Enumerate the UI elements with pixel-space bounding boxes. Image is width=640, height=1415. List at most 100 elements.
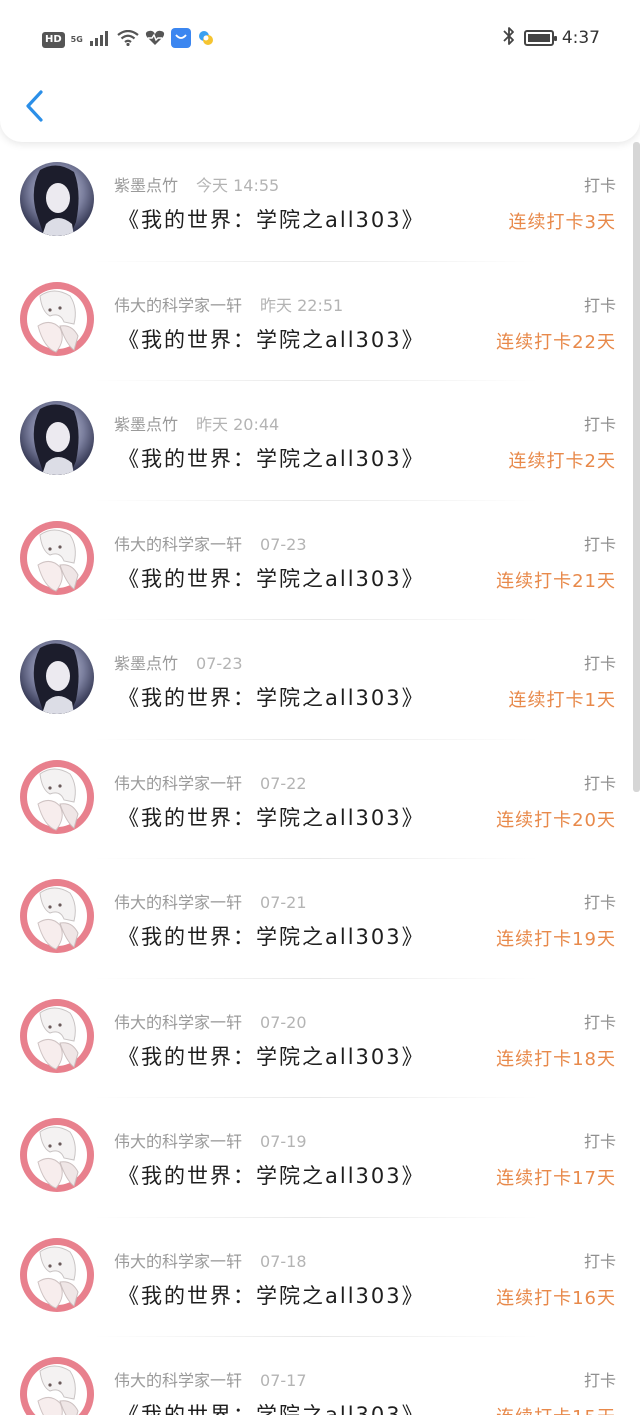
avatar-dark[interactable] — [20, 162, 94, 236]
network-label: 5G — [70, 35, 83, 44]
avatar-dark[interactable] — [20, 640, 94, 714]
book-title[interactable]: 《我的世界：学院之all303》 — [118, 1041, 425, 1071]
streak-count: 连续打卡3天 — [508, 212, 616, 233]
streak-count: 连续打卡15天 — [496, 1403, 616, 1415]
author-line: 紫墨点竹 07-23 — [114, 650, 243, 674]
book-title[interactable]: 《我的世界：学院之all303》 — [118, 1160, 425, 1190]
heart-rate-icon — [145, 30, 165, 50]
list-item[interactable]: 紫墨点竹 07-23 《我的世界：学院之all303》 打卡 连续打卡1天 — [0, 620, 632, 740]
book-title[interactable]: 《我的世界：学院之all303》 — [118, 324, 425, 354]
avatar-pink[interactable] — [20, 759, 94, 834]
author-name[interactable]: 紫墨点竹 — [114, 415, 178, 434]
post-time: 今天 14:55 — [196, 176, 280, 195]
avatar-pink[interactable] — [20, 879, 94, 953]
book-title[interactable]: 《我的世界：学院之all303》 — [118, 204, 425, 234]
streak-count: 连续打卡19天 — [496, 929, 616, 950]
avatar-pink[interactable] — [20, 281, 94, 356]
checkin-tag: 打卡 — [583, 1251, 616, 1271]
checkin-tag: 打卡 — [583, 415, 616, 434]
author-line: 伟大的科学家一轩 07-23 — [114, 531, 307, 555]
checkin-tag: 打卡 — [583, 295, 616, 315]
clock: 4:37 — [561, 28, 600, 48]
author-name[interactable]: 伟大的科学家一轩 — [114, 1013, 242, 1032]
post-time: 昨天 20:44 — [196, 415, 280, 434]
list-item[interactable]: 伟大的科学家一轩 07-18 《我的世界：学院之all303》 打卡 连续打卡16… — [0, 1218, 632, 1337]
author-name[interactable]: 紫墨点竹 — [114, 176, 178, 195]
post-time: 07-19 — [260, 1132, 307, 1151]
author-name[interactable]: 伟大的科学家一轩 — [114, 774, 242, 793]
author-line: 紫墨点竹 今天 14:55 — [114, 172, 279, 196]
book-title[interactable]: 《我的世界：学院之all303》 — [118, 682, 425, 712]
status-left: HD 5G — [42, 28, 215, 52]
checkin-tag: 打卡 — [583, 176, 616, 195]
status-bar: HD 5G 4:37 — [0, 0, 640, 80]
checkin-tag: 打卡 — [583, 1371, 616, 1390]
list-item[interactable]: 伟大的科学家一轩 07-19 《我的世界：学院之all303》 打卡 连续打卡17… — [0, 1098, 632, 1218]
list-item[interactable]: 伟大的科学家一轩 07-20 《我的世界：学院之all303》 打卡 连续打卡18… — [0, 979, 632, 1098]
chevron-left-icon — [24, 89, 46, 127]
list-item[interactable]: 伟大的科学家一轩 07-22 《我的世界：学院之all303》 打卡 连续打卡20… — [0, 740, 632, 859]
book-title[interactable]: 《我的世界：学院之all303》 — [118, 1399, 425, 1415]
book-title[interactable]: 《我的世界：学院之all303》 — [118, 443, 425, 473]
list-item[interactable]: 紫墨点竹 今天 14:55 《我的世界：学院之all303》 打卡 连续打卡3天 — [0, 142, 632, 262]
post-time: 07-23 — [196, 654, 243, 673]
author-name[interactable]: 伟大的科学家一轩 — [114, 296, 242, 315]
streak-count: 连续打卡2天 — [508, 451, 616, 472]
book-title[interactable]: 《我的世界：学院之all303》 — [118, 921, 425, 951]
streak-count: 连续打卡17天 — [496, 1168, 616, 1189]
avatar-pink[interactable] — [20, 998, 94, 1073]
back-button[interactable] — [20, 88, 50, 128]
list-item[interactable]: 紫墨点竹 昨天 20:44 《我的世界：学院之all303》 打卡 连续打卡2天 — [0, 381, 632, 501]
avatar-pink[interactable] — [20, 520, 94, 595]
app-notification-icon — [170, 28, 191, 52]
author-line: 伟大的科学家一轩 07-17 — [114, 1367, 307, 1391]
list-item[interactable]: 伟大的科学家一轩 07-23 《我的世界：学院之all303》 打卡 连续打卡21… — [0, 501, 632, 620]
wifi-icon — [117, 29, 139, 50]
streak-count: 连续打卡21天 — [496, 570, 616, 592]
author-line: 伟大的科学家一轩 07-18 — [114, 1248, 307, 1272]
streak-count: 连续打卡22天 — [496, 331, 616, 353]
colorful-app-icon — [197, 29, 215, 51]
author-name[interactable]: 伟大的科学家一轩 — [114, 1371, 242, 1390]
checkin-tag: 打卡 — [583, 534, 616, 554]
post-time: 07-22 — [260, 773, 307, 793]
author-line: 伟大的科学家一轩 07-22 — [114, 770, 307, 794]
avatar-dark[interactable] — [20, 401, 94, 475]
author-name[interactable]: 伟大的科学家一轩 — [114, 1132, 242, 1151]
checkin-tag: 打卡 — [583, 893, 616, 912]
author-line: 伟大的科学家一轩 07-20 — [114, 1009, 307, 1033]
streak-count: 连续打卡20天 — [496, 809, 616, 831]
streak-count: 连续打卡18天 — [496, 1048, 616, 1070]
checkin-tag: 打卡 — [583, 1012, 616, 1032]
post-time: 昨天 22:51 — [260, 295, 344, 315]
avatar-pink[interactable] — [20, 1357, 94, 1415]
streak-count: 连续打卡16天 — [496, 1287, 616, 1309]
author-line: 伟大的科学家一轩 昨天 22:51 — [114, 292, 343, 316]
author-line: 伟大的科学家一轩 07-19 — [114, 1128, 307, 1152]
post-time: 07-18 — [260, 1251, 307, 1271]
author-name[interactable]: 伟大的科学家一轩 — [114, 893, 242, 912]
book-title[interactable]: 《我的世界：学院之all303》 — [118, 802, 425, 832]
list-item[interactable]: 伟大的科学家一轩 昨天 22:51 《我的世界：学院之all303》 打卡 连续打… — [0, 262, 632, 381]
avatar-pink[interactable] — [20, 1237, 94, 1312]
hd-badge: HD — [42, 32, 65, 48]
list-item[interactable]: 伟大的科学家一轩 07-17 《我的世界：学院之all303》 打卡 连续打卡15… — [0, 1337, 632, 1415]
list-item[interactable]: 伟大的科学家一轩 07-21 《我的世界：学院之all303》 打卡 连续打卡19… — [0, 859, 632, 979]
status-right: 4:37 — [502, 26, 600, 50]
checkin-tag: 打卡 — [583, 1132, 616, 1151]
scrollbar[interactable] — [633, 142, 640, 792]
author-line: 伟大的科学家一轩 07-21 — [114, 889, 307, 913]
bluetooth-icon — [502, 26, 516, 50]
author-name[interactable]: 伟大的科学家一轩 — [114, 1252, 242, 1271]
app-header: HD 5G 4:37 — [0, 0, 640, 142]
post-time: 07-20 — [260, 1012, 307, 1032]
author-name[interactable]: 紫墨点竹 — [114, 654, 178, 673]
book-title[interactable]: 《我的世界：学院之all303》 — [118, 563, 425, 593]
battery-icon — [523, 30, 557, 46]
streak-count: 连续打卡1天 — [508, 690, 616, 711]
book-title[interactable]: 《我的世界：学院之all303》 — [118, 1280, 425, 1310]
avatar-pink[interactable] — [20, 1118, 94, 1192]
post-time: 07-17 — [260, 1371, 307, 1390]
post-time: 07-23 — [260, 534, 307, 554]
author-name[interactable]: 伟大的科学家一轩 — [114, 535, 242, 554]
